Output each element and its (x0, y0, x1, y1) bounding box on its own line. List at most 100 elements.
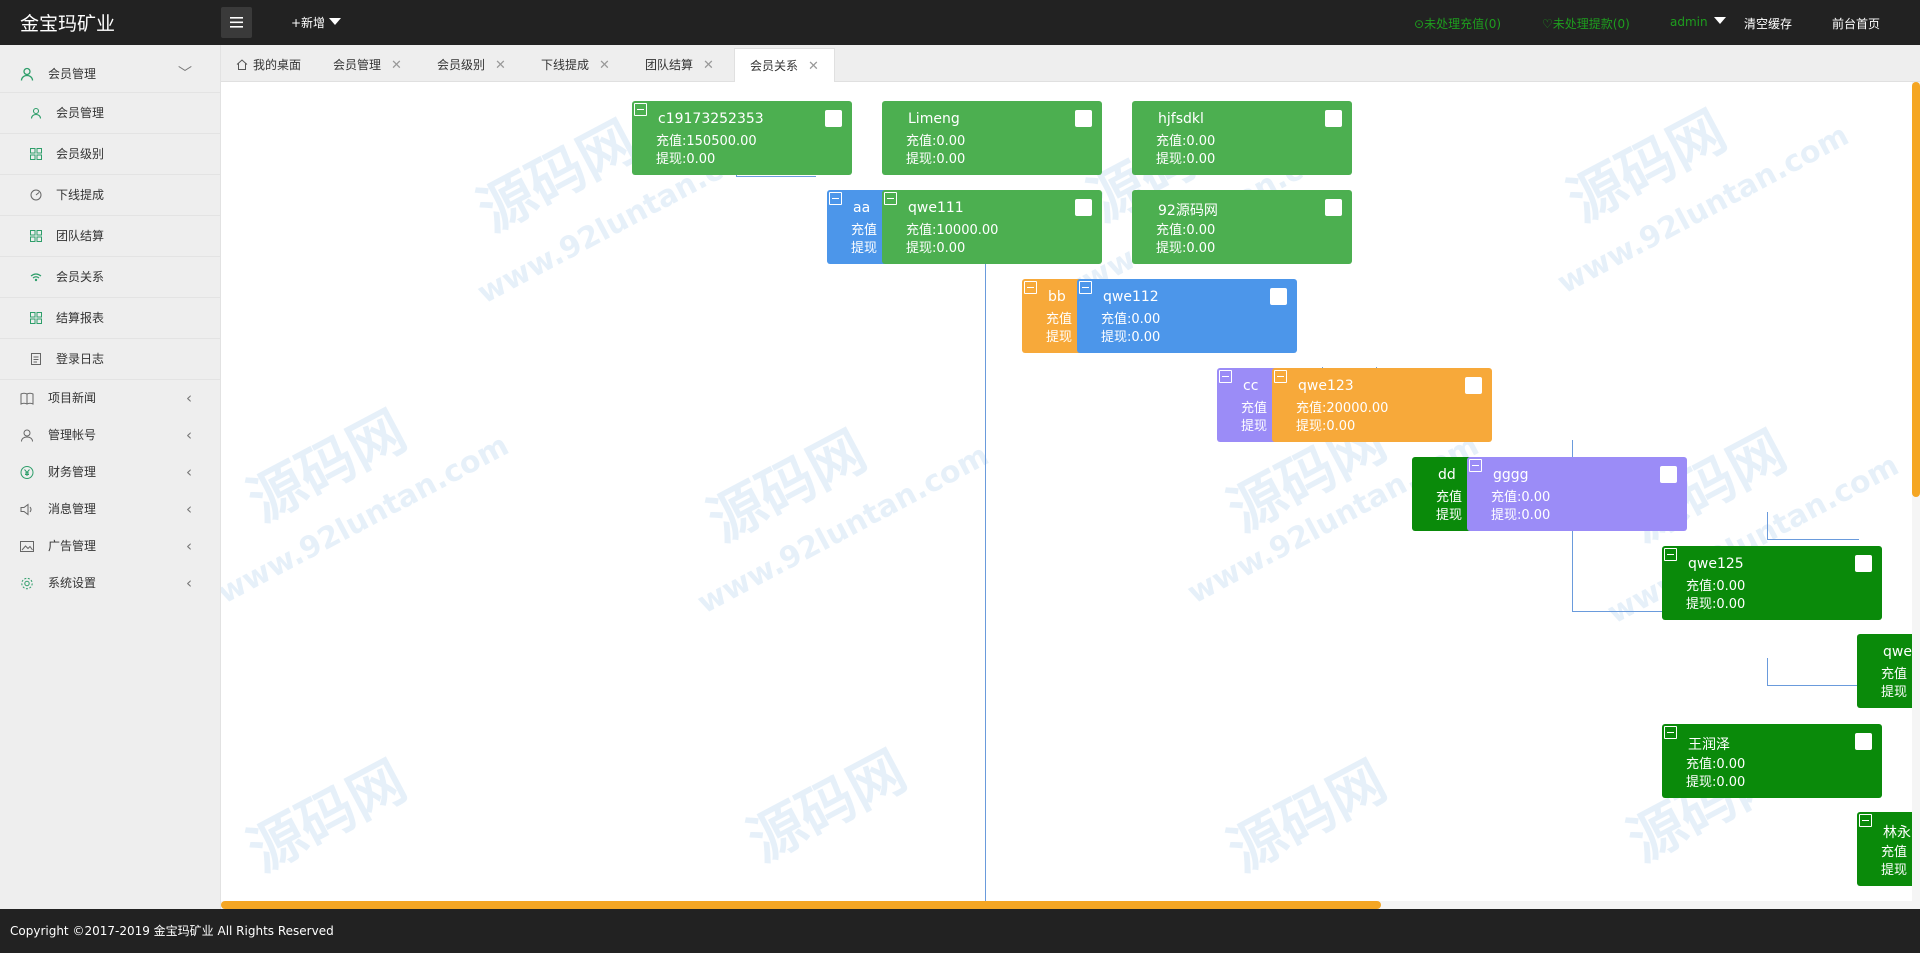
caret-down-icon (1713, 17, 1726, 24)
close-icon[interactable]: ✕ (495, 58, 506, 73)
member-node[interactable]: aa 充值 提现 (827, 190, 887, 264)
grid-icon (30, 312, 42, 324)
pending-withdraw-link[interactable]: ♡未处理提款(0) (1542, 15, 1630, 32)
footer: Copyright ©2017-2019 金宝玛矿业 All Rights Re… (0, 909, 1920, 953)
member-node[interactable]: Limeng 充值:0.00 提现:0.00 (882, 101, 1102, 175)
tree-connector (1572, 611, 1662, 612)
select-checkbox[interactable] (825, 110, 842, 127)
sidebar-group-finance[interactable]: 财务管理 ‹ (0, 454, 220, 491)
select-checkbox[interactable] (1075, 199, 1092, 216)
member-recharge: 充值:0.00 (1686, 757, 1746, 772)
watermark-brand: 源码网 (467, 108, 647, 246)
member-name: qwe125 (1688, 556, 1744, 572)
add-new-dropdown[interactable]: +新增 (291, 14, 342, 31)
expand-icon[interactable] (884, 192, 897, 205)
expand-icon[interactable] (1859, 814, 1872, 827)
select-checkbox[interactable] (1855, 733, 1872, 750)
sidebar-item-member-relation[interactable]: 会员关系 (0, 257, 220, 298)
speaker-icon (20, 503, 32, 516)
menu-toggle-button[interactable] (221, 7, 252, 38)
tab-label: 会员级别 (437, 58, 486, 72)
close-icon[interactable]: ✕ (391, 58, 402, 73)
select-checkbox[interactable] (1270, 288, 1287, 305)
member-node[interactable]: c19173252353 充值:150500.00 提现:0.00 (632, 101, 852, 175)
relation-tree-panel: 源码网 www.92luntan.com 源码网 www.92luntan.co… (221, 82, 1920, 909)
member-node[interactable]: dd 充值 提现 (1412, 457, 1472, 531)
member-node[interactable]: cc 充值 提现 (1217, 368, 1277, 442)
watermark-brand: 源码网 (697, 418, 877, 556)
member-node[interactable]: gggg 充值:0.00 提现:0.00 (1467, 457, 1687, 531)
member-node[interactable]: qwe 充值 提现 (1857, 634, 1919, 708)
sidebar-group-messages[interactable]: 消息管理 ‹ (0, 491, 220, 528)
close-icon[interactable]: ✕ (599, 58, 610, 73)
sidebar-group-member[interactable]: 会员管理 ﹀ (0, 56, 220, 92)
tab-downline-commission[interactable]: 下线提成 ✕ (541, 48, 610, 82)
watermark-url: www.92luntan.com (691, 437, 995, 622)
member-name: hjfsdkl (1158, 111, 1204, 127)
yen-icon (20, 466, 34, 479)
expand-icon[interactable] (1664, 726, 1677, 739)
sidebar-item-label: 会员关系 (56, 270, 105, 284)
tab-label: 我的桌面 (253, 58, 302, 72)
scrollbar-thumb[interactable] (221, 901, 1381, 909)
tab-desktop[interactable]: 我的桌面 (236, 48, 301, 82)
member-node[interactable]: hjfsdkl 充值:0.00 提现:0.00 (1132, 101, 1352, 175)
select-checkbox[interactable] (1855, 555, 1872, 572)
sidebar-group-label: 消息管理 (48, 502, 97, 516)
tab-team-settlement[interactable]: 团队结算 ✕ (645, 48, 714, 82)
select-checkbox[interactable] (1660, 466, 1677, 483)
sidebar-item-settlement-report[interactable]: 结算报表 (0, 298, 220, 339)
select-checkbox[interactable] (1325, 199, 1342, 216)
member-node[interactable]: 林永 充值 提现 (1857, 812, 1919, 886)
member-node[interactable]: qwe112 充值:0.00 提现:0.00 (1077, 279, 1297, 353)
select-checkbox[interactable] (1465, 377, 1482, 394)
member-node[interactable]: qwe125 充值:0.00 提现:0.00 (1662, 546, 1882, 620)
vertical-scrollbar[interactable] (1912, 82, 1920, 901)
tab-member-manage[interactable]: 会员管理 ✕ (333, 48, 402, 82)
user-icon (30, 107, 42, 119)
expand-icon[interactable] (829, 192, 842, 205)
chevron-left-icon: ‹ (186, 537, 192, 555)
expand-icon[interactable] (1469, 459, 1482, 472)
sidebar-group-ads[interactable]: 广告管理 ‹ (0, 528, 220, 565)
member-recharge: 充值 (1881, 845, 1908, 860)
tree-connector (1767, 539, 1859, 540)
sidebar-item-member-manage[interactable]: 会员管理 (0, 93, 220, 134)
admin-dropdown[interactable]: admin (1670, 15, 1726, 29)
tab-member-relation[interactable]: 会员关系 ✕ (734, 48, 835, 83)
sidebar-item-downline-commission[interactable]: 下线提成 (0, 175, 220, 216)
expand-icon[interactable] (1079, 281, 1092, 294)
sidebar-item-team-settlement[interactable]: 团队结算 (0, 216, 220, 257)
member-recharge: 充值 (1046, 312, 1073, 327)
sidebar-item-login-log[interactable]: 登录日志 (0, 339, 220, 380)
sidebar: 会员管理 ﹀ 会员管理 会员级别 下线提成 团队结算 会员关系 结算报表 登录日… (0, 45, 221, 909)
app-logo[interactable]: 金宝玛矿业 (20, 9, 115, 36)
close-icon[interactable]: ✕ (703, 58, 714, 73)
expand-icon[interactable] (1024, 281, 1037, 294)
select-checkbox[interactable] (1325, 110, 1342, 127)
member-node[interactable]: qwe123 充值:20000.00 提现:0.00 (1272, 368, 1492, 442)
select-checkbox[interactable] (1075, 110, 1092, 127)
horizontal-scrollbar[interactable] (221, 901, 1920, 909)
member-node[interactable]: 92源码网 充值:0.00 提现:0.00 (1132, 190, 1352, 264)
clear-cache-link[interactable]: 清空缓存 (1744, 15, 1792, 32)
sidebar-group-news[interactable]: 项目新闻 ‹ (0, 380, 220, 417)
shield-icon: ♡ (1542, 17, 1553, 31)
close-icon[interactable]: ✕ (808, 59, 819, 74)
member-node[interactable]: 王润泽 充值:0.00 提现:0.00 (1662, 724, 1882, 798)
pending-recharge-link[interactable]: ⊙未处理充值(0) (1414, 15, 1501, 32)
member-node[interactable]: bb 充值 提现 (1022, 279, 1082, 353)
sidebar-group-admin-accounts[interactable]: 管理帐号 ‹ (0, 417, 220, 454)
expand-icon[interactable] (1664, 548, 1677, 561)
scrollbar-thumb[interactable] (1912, 82, 1920, 497)
sidebar-item-member-level[interactable]: 会员级别 (0, 134, 220, 175)
expand-icon[interactable] (1219, 370, 1232, 383)
expand-icon[interactable] (1274, 370, 1287, 383)
expand-icon[interactable] (634, 103, 647, 116)
tab-member-level[interactable]: 会员级别 ✕ (437, 48, 506, 82)
member-node[interactable]: qwe111 充值:10000.00 提现:0.00 (882, 190, 1102, 264)
frontend-home-link[interactable]: 前台首页 (1832, 15, 1880, 32)
tree-connector (736, 176, 816, 177)
sidebar-group-settings[interactable]: 系统设置 ‹ (0, 565, 220, 602)
watermark: 源码网 (462, 97, 648, 247)
